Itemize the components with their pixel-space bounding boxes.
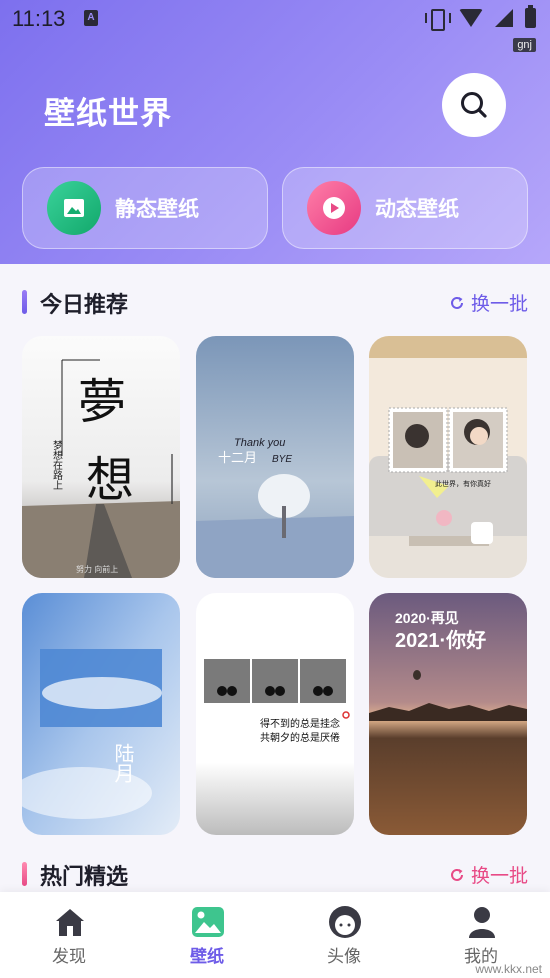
system-icons bbox=[425, 5, 536, 31]
hot-section-header: 热门精选 换一批 bbox=[0, 854, 550, 894]
static-wallpaper-label: 静态壁纸 bbox=[115, 198, 199, 221]
bottom-tab-bar: 发现 壁纸 头像 我的 www.kkx.net bbox=[0, 892, 550, 978]
dynamic-wallpaper-label: 动态壁纸 bbox=[375, 198, 459, 221]
site-watermark: www.kkx.net bbox=[475, 962, 542, 976]
status-time: 11:13 bbox=[12, 6, 66, 31]
dream-side: 梦想在路上 bbox=[51, 440, 63, 490]
tab-avatar-label: 头像 bbox=[327, 947, 361, 966]
hot-refresh-button[interactable]: 换一批 bbox=[449, 861, 528, 888]
hot-section-title: 热门精选 bbox=[40, 864, 129, 889]
header: 11:13 A gnj 壁纸世界 静态壁纸 动态壁纸 bbox=[0, 0, 550, 264]
search-button[interactable] bbox=[442, 73, 506, 137]
wallpaper-thumbnail-bw[interactable]: 得不到的总是挂念 共朝夕的总是厌倦 bbox=[196, 593, 354, 835]
tab-wallpaper-label: 壁纸 bbox=[190, 947, 224, 966]
home-icon bbox=[56, 909, 84, 936]
tab-discover-label: 发现 bbox=[52, 947, 86, 966]
play-icon bbox=[307, 181, 361, 235]
page-title: 壁纸世界 bbox=[44, 96, 172, 131]
section-accent-bar bbox=[22, 862, 27, 886]
couple-caption: 此世界，有你真好 bbox=[435, 479, 491, 488]
today-section-title: 今日推荐 bbox=[40, 292, 129, 317]
bw-line-2: 共朝夕的总是厌倦 bbox=[260, 731, 340, 744]
wifi-icon bbox=[459, 9, 483, 27]
wallpaper-thumbnail-sky[interactable]: 陆月 bbox=[22, 593, 180, 835]
tab-avatar[interactable]: 头像 bbox=[289, 892, 399, 978]
tab-discover[interactable]: 发现 bbox=[14, 892, 124, 978]
dream-big-2: 想 bbox=[86, 452, 134, 508]
refresh-icon bbox=[451, 868, 463, 881]
static-wallpaper-button[interactable]: 静态壁纸 bbox=[22, 167, 268, 249]
dynamic-wallpaper-button[interactable]: 动态壁纸 bbox=[282, 167, 528, 249]
sky-text: 陆月 bbox=[111, 743, 134, 783]
winter-script: Thank you bbox=[234, 437, 285, 449]
overlay-tag: gnj bbox=[513, 38, 536, 52]
newyear-line-2: 2021·你好 bbox=[395, 628, 486, 652]
battery-icon bbox=[525, 5, 536, 28]
wallpaper-thumbnail-couple[interactable]: 此世界，有你真好 bbox=[369, 336, 527, 578]
winter-text: 十二月 bbox=[218, 450, 257, 465]
avatar-icon bbox=[329, 906, 361, 938]
hot-refresh-label: 换一批 bbox=[470, 866, 528, 887]
main-content: 今日推荐 换一批 夢 想 梦想在路上 努力 向前上 Thank you 十二月 … bbox=[0, 264, 550, 892]
search-icon bbox=[461, 92, 487, 118]
today-refresh-label: 换一批 bbox=[470, 294, 528, 315]
vibrate-icon bbox=[425, 8, 451, 31]
notification-icon: A bbox=[84, 10, 98, 26]
status-bar: 11:13 A bbox=[0, 0, 550, 38]
today-refresh-button[interactable]: 换一批 bbox=[449, 289, 528, 316]
dream-small: 努力 向前上 bbox=[76, 564, 118, 574]
bw-line-1: 得不到的总是挂念 bbox=[260, 717, 340, 730]
wallpaper-thumbnail-dream[interactable]: 夢 想 梦想在路上 努力 向前上 bbox=[22, 336, 180, 578]
newyear-line-1: 2020·再见 bbox=[395, 610, 459, 626]
wallpaper-thumbnail-newyear[interactable]: 2020·再见 2021·你好 bbox=[369, 593, 527, 835]
wallpaper-icon bbox=[192, 907, 224, 937]
person-icon bbox=[469, 907, 495, 938]
dream-big-1: 夢 bbox=[78, 374, 126, 430]
today-section-header: 今日推荐 换一批 bbox=[0, 282, 550, 322]
image-icon bbox=[47, 181, 101, 235]
refresh-icon bbox=[451, 296, 463, 309]
winter-bye: BYE bbox=[272, 454, 292, 465]
section-accent-bar bbox=[22, 290, 27, 314]
tab-wallpaper[interactable]: 壁纸 bbox=[152, 892, 262, 978]
wallpaper-thumbnail-winter[interactable]: Thank you 十二月 BYE bbox=[196, 336, 354, 578]
cellular-icon bbox=[495, 9, 513, 27]
